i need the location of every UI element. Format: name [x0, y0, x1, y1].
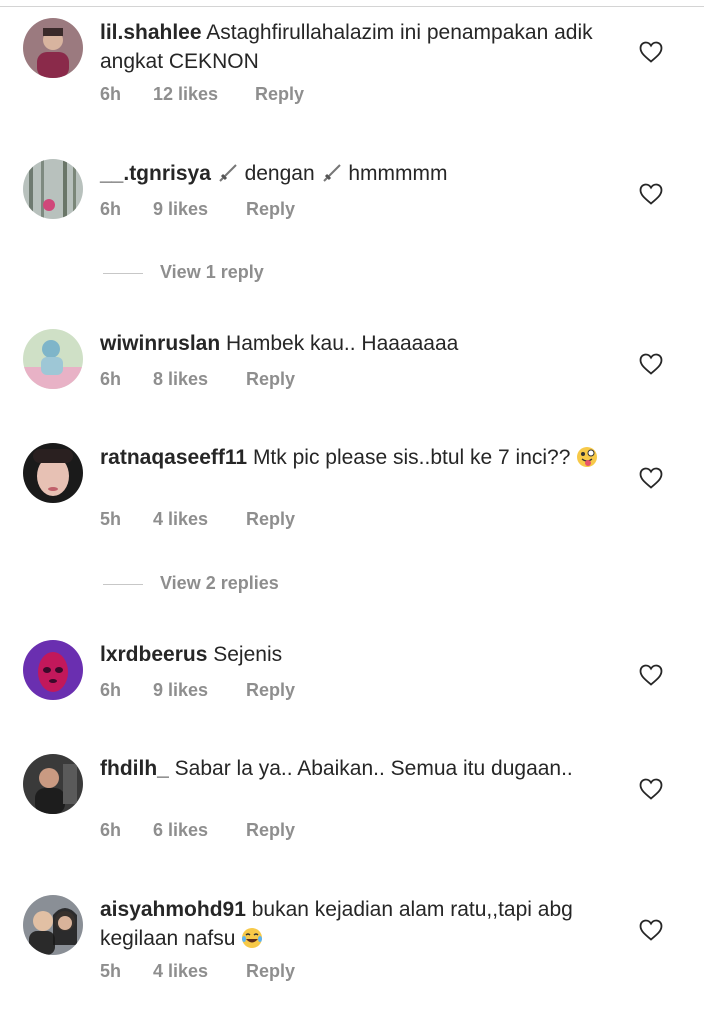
comment-item: __.tgnrisya dengan hmmmmm 6h 9 likes Rep… [0, 159, 704, 279]
avatar[interactable] [23, 159, 83, 219]
heart-outline-icon[interactable] [639, 664, 663, 686]
comment-item: wiwinruslan Hambek kau.. Haaaaaaa 6h 8 l… [0, 329, 704, 449]
comment-username[interactable]: __.tgnrisya [100, 162, 211, 185]
comment-time: 5h [100, 961, 122, 981]
comment-time: 6h [100, 820, 122, 840]
reply-divider [103, 273, 143, 274]
heart-outline-icon[interactable] [639, 778, 663, 800]
comment-time: 6h [100, 199, 122, 219]
comment-likes[interactable]: 4 likes [153, 961, 208, 982]
comment-username[interactable]: fhdilh_ [100, 757, 169, 780]
comment-username[interactable]: ratnaqaseeff11 [100, 446, 247, 469]
comment-likes[interactable]: 8 likes [153, 369, 208, 390]
dagger-emoji [322, 164, 341, 182]
avatar[interactable] [23, 640, 83, 700]
reply-button[interactable]: Reply [246, 680, 295, 701]
comment-text: Mtk pic please sis..btul ke 7 inci?? [252, 446, 571, 469]
comment-time: 6h [100, 369, 122, 389]
dagger-emoji [219, 164, 237, 182]
comment-time: 5h [100, 509, 122, 529]
reply-button[interactable]: Reply [246, 820, 295, 841]
comment-text: Sejenis [213, 643, 283, 666]
heart-outline-icon[interactable] [639, 41, 663, 63]
comment-likes[interactable]: 9 likes [153, 199, 208, 220]
comment-item: lil.shahlee Astaghfirullahalazim ini pen… [0, 18, 704, 138]
avatar[interactable] [23, 329, 83, 389]
reply-divider [103, 584, 143, 585]
comment-item: lxrdbeerus Sejenis 6h 9 likes Reply [0, 640, 704, 760]
tears-of-joy-emoji [242, 928, 263, 948]
reply-button[interactable]: Reply [246, 509, 295, 530]
comment-username[interactable]: aisyahmohd91 [100, 898, 246, 921]
comment-likes[interactable]: 9 likes [153, 680, 208, 701]
comment-item: aisyahmohd91 bukan kejadian alam ratu,,t… [0, 895, 704, 1015]
comment-item: fhdilh_ Sabar la ya.. Abaikan.. Semua it… [0, 754, 704, 874]
avatar[interactable] [23, 754, 83, 814]
comment-time: 6h [100, 84, 122, 104]
zany-face-emoji [577, 447, 598, 467]
comment-likes[interactable]: 6 likes [153, 820, 208, 841]
avatar[interactable] [23, 895, 83, 955]
comment-username[interactable]: lil.shahlee [100, 21, 202, 44]
comment-text: Hambek kau.. Haaaaaaa [226, 332, 459, 355]
view-replies-label: View 1 reply [160, 262, 264, 282]
view-replies-label: View 2 replies [160, 573, 279, 593]
reply-button[interactable]: Reply [255, 84, 304, 105]
avatar[interactable] [23, 443, 83, 503]
reply-button[interactable]: Reply [246, 199, 295, 220]
view-replies-button[interactable]: View 1 reply [103, 262, 403, 286]
comment-time: 6h [100, 680, 122, 700]
comment-text: hmmmmm [348, 162, 448, 185]
heart-outline-icon[interactable] [639, 467, 663, 489]
reply-button[interactable]: Reply [246, 961, 295, 982]
view-replies-button[interactable]: View 2 replies [103, 573, 403, 597]
heart-outline-icon[interactable] [639, 183, 663, 205]
comment-text: dengan [244, 162, 315, 185]
comment-text: Sabar la ya.. Abaikan.. Semua itu dugaan… [174, 757, 573, 780]
heart-outline-icon[interactable] [639, 919, 663, 941]
heart-outline-icon[interactable] [639, 353, 663, 375]
avatar[interactable] [23, 18, 83, 78]
comment-likes[interactable]: 4 likes [153, 509, 208, 530]
reply-button[interactable]: Reply [246, 369, 295, 390]
comment-username[interactable]: lxrdbeerus [100, 643, 207, 666]
comment-likes[interactable]: 12 likes [153, 84, 218, 105]
top-divider [0, 0, 704, 7]
comment-username[interactable]: wiwinruslan [100, 332, 220, 355]
comment-item: ratnaqaseeff11 Mtk pic please sis..btul … [0, 443, 704, 563]
